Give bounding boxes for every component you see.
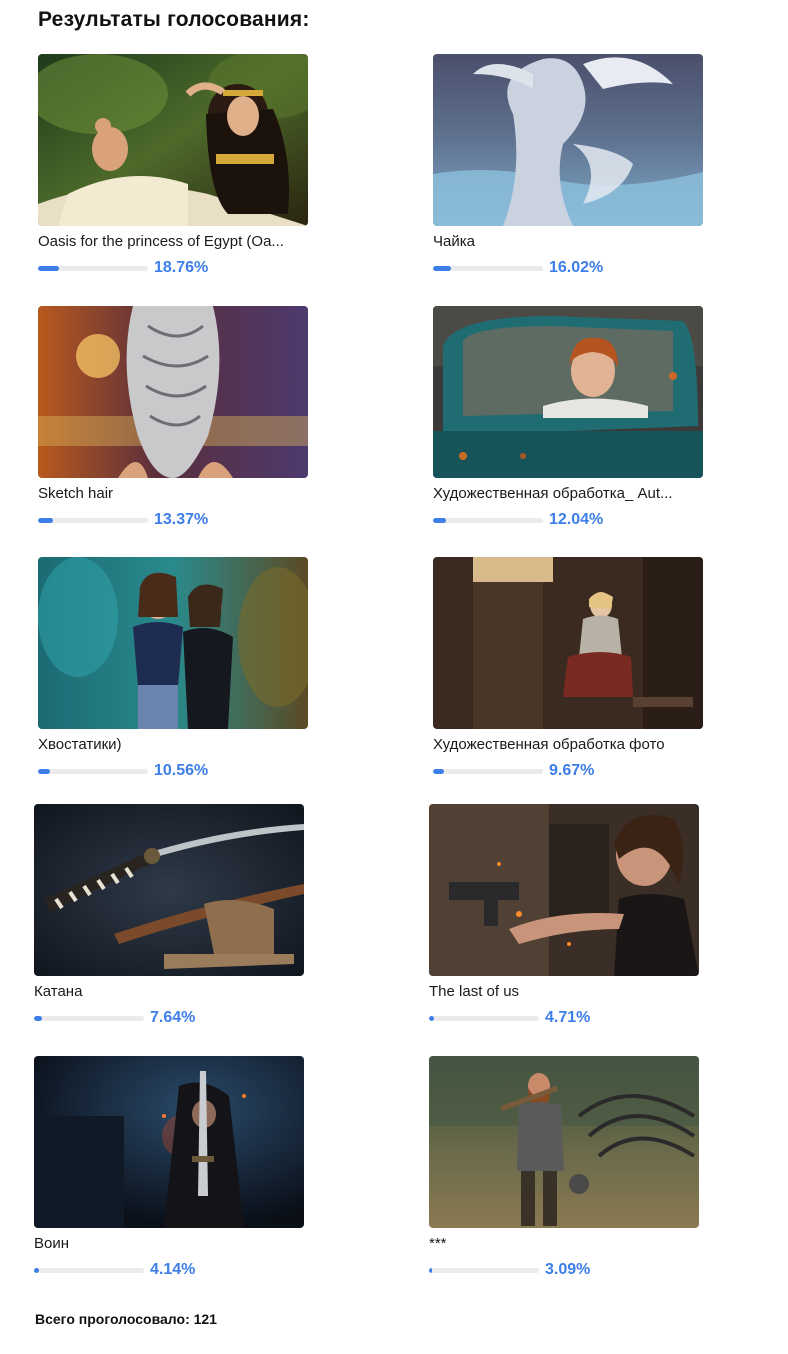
- item-name: Катана: [34, 983, 83, 1000]
- vote-card: Художественная обработка фото 9.67%: [433, 557, 703, 780]
- vote-percent: 7.64%: [150, 1009, 196, 1026]
- progress-fill: [429, 1015, 435, 1021]
- vote-percent: 4.71%: [545, 1009, 591, 1026]
- progress-fill: [429, 1267, 433, 1273]
- braided-hair-image[interactable]: [38, 306, 308, 478]
- vote-percent: 10.56%: [154, 762, 209, 779]
- vote-result: 4.71%: [429, 1009, 699, 1027]
- progress-fill: [34, 1267, 39, 1273]
- item-name: Воин: [34, 1235, 70, 1252]
- item-name: Чайка: [433, 233, 475, 250]
- vote-card: Катана 7.64%: [34, 804, 304, 1027]
- progress-bar: [429, 1015, 539, 1021]
- progress-bar: [38, 517, 148, 523]
- vote-percent: 4.14%: [150, 1261, 196, 1278]
- progress-bar: [433, 265, 543, 271]
- woman-with-gun-image[interactable]: [429, 804, 699, 976]
- progress-fill: [38, 768, 50, 774]
- vote-percent: 16.02%: [549, 259, 604, 276]
- katana-image[interactable]: [34, 804, 304, 976]
- vote-result: 9.67%: [433, 762, 703, 780]
- vote-card: Воин 4.14%: [34, 1056, 304, 1279]
- vote-result: 13.37%: [38, 511, 308, 529]
- hooded-warrior-image[interactable]: [34, 1056, 304, 1228]
- vote-result: 4.14%: [34, 1261, 304, 1279]
- progress-bar: [433, 768, 543, 774]
- vote-percent: 13.37%: [154, 511, 209, 528]
- progress-fill: [38, 265, 59, 271]
- progress-fill: [433, 265, 451, 271]
- vote-percent: 18.76%: [154, 259, 209, 276]
- progress-bar: [38, 768, 148, 774]
- egyptian-princess-image[interactable]: [38, 54, 308, 226]
- seagull-woman-image[interactable]: [433, 54, 703, 226]
- item-name: The last of us: [429, 983, 520, 1000]
- girl-in-car-image[interactable]: [433, 306, 703, 478]
- vote-result: 7.64%: [34, 1009, 304, 1027]
- progress-fill: [34, 1015, 43, 1021]
- item-name: ***: [429, 1235, 447, 1252]
- vote-result: 18.76%: [38, 259, 308, 277]
- item-name: Художественная обработка_ Aut...: [433, 485, 673, 502]
- progress-bar: [34, 1015, 144, 1021]
- vote-result: 10.56%: [38, 762, 308, 780]
- vote-card: Хвостатики) 10.56%: [38, 557, 308, 780]
- item-name: Хвостатики): [38, 736, 122, 753]
- progress-fill: [433, 517, 447, 523]
- progress-bar: [433, 517, 543, 523]
- progress-bar: [429, 1267, 539, 1273]
- item-name: Oasis for the princess of Egypt (Oa...: [38, 233, 284, 250]
- total-votes: Всего проголосовало: 121: [35, 1311, 217, 1327]
- vote-card: The last of us 4.71%: [429, 804, 699, 1027]
- item-name: Sketch hair: [38, 485, 114, 502]
- vote-percent: 9.67%: [549, 762, 595, 779]
- progress-bar: [38, 265, 148, 271]
- vote-card: Oasis for the princess of Egypt (Oa... 1…: [38, 54, 308, 277]
- progress-bar: [34, 1267, 144, 1273]
- fantasy-couple-image[interactable]: [38, 557, 308, 729]
- vote-card: Художественная обработка_ Aut... 12.04%: [433, 306, 703, 529]
- progress-fill: [433, 768, 444, 774]
- viking-warrior-image[interactable]: [429, 1056, 699, 1228]
- vote-card: Sketch hair 13.37%: [38, 306, 308, 529]
- girl-by-window-image[interactable]: [433, 557, 703, 729]
- vote-percent: 12.04%: [549, 511, 604, 528]
- page-title: Результаты голосования:: [38, 8, 310, 31]
- progress-fill: [38, 517, 53, 523]
- item-name: Художественная обработка фото: [433, 736, 665, 753]
- vote-card: *** 3.09%: [429, 1056, 699, 1279]
- vote-card: Чайка 16.02%: [433, 54, 703, 277]
- vote-result: 12.04%: [433, 511, 703, 529]
- vote-result: 3.09%: [429, 1261, 699, 1279]
- vote-result: 16.02%: [433, 259, 703, 277]
- vote-percent: 3.09%: [545, 1261, 591, 1278]
